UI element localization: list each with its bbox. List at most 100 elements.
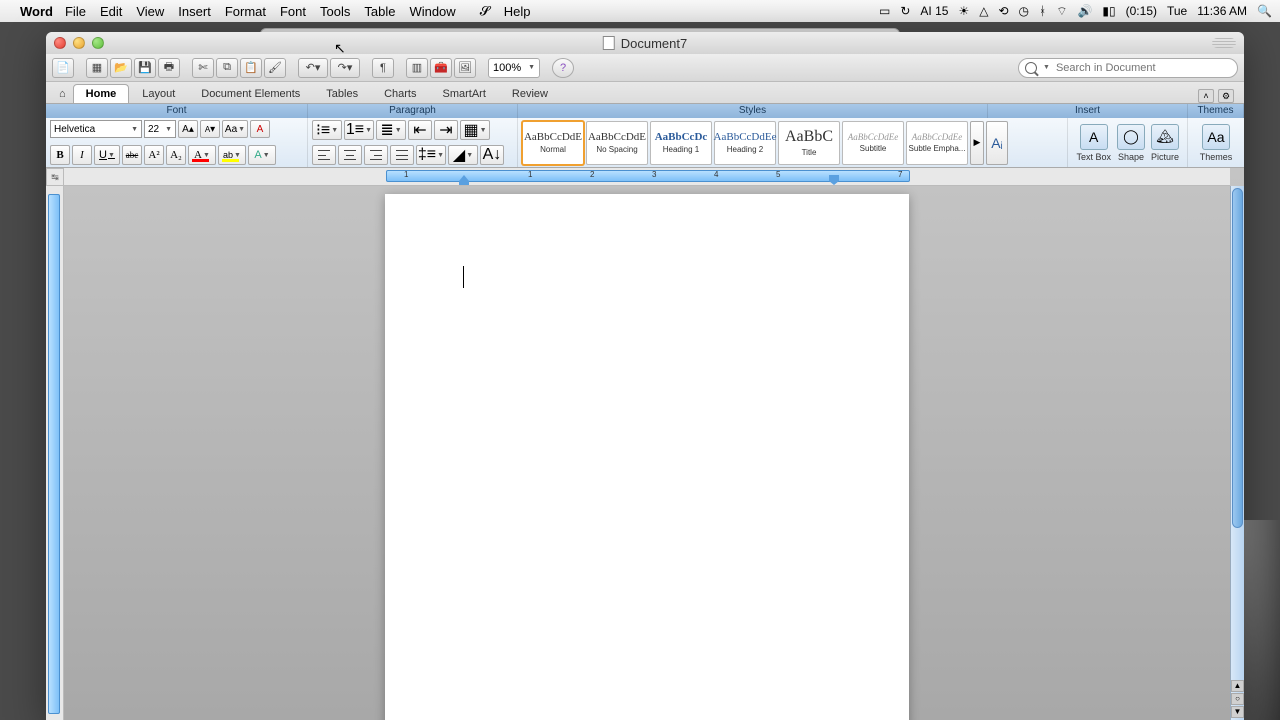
- right-indent-marker[interactable]: [829, 175, 839, 185]
- subscript-button[interactable]: A₂: [166, 145, 186, 165]
- italic-button[interactable]: I: [72, 145, 92, 165]
- toolbox-button[interactable]: 🧰: [430, 58, 452, 78]
- insert-picture-button[interactable]: 🏔 Picture: [1151, 124, 1179, 162]
- battery-time[interactable]: (0:15): [1126, 4, 1157, 18]
- bold-button[interactable]: B: [50, 145, 70, 165]
- show-formatting-button[interactable]: ¶: [372, 58, 394, 78]
- decrease-indent-button[interactable]: ⇤: [408, 120, 432, 140]
- weather-icon[interactable]: ☀: [958, 4, 969, 18]
- style-subtle-emphasis[interactable]: AaBbCcDdEe Subtle Empha...: [906, 121, 968, 165]
- redo-button[interactable]: ↷▾: [330, 58, 360, 78]
- tab-document-elements[interactable]: Document Elements: [188, 84, 313, 103]
- underline-button[interactable]: U▼: [94, 145, 120, 165]
- gdrive-icon[interactable]: △: [979, 4, 988, 18]
- vertical-ruler[interactable]: [46, 186, 64, 720]
- search-field[interactable]: ▼: [1018, 58, 1238, 78]
- new-from-template-button[interactable]: ▦: [86, 58, 108, 78]
- close-button[interactable]: [54, 37, 66, 49]
- menu-font[interactable]: Font: [280, 4, 306, 19]
- increase-indent-button[interactable]: ⇥: [434, 120, 458, 140]
- menu-table[interactable]: Table: [364, 4, 395, 19]
- clock-day[interactable]: Tue: [1167, 4, 1187, 18]
- app-name[interactable]: Word: [20, 4, 53, 19]
- line-spacing-button[interactable]: ‡≡▼: [416, 145, 446, 165]
- styles-pane-button[interactable]: Aᵢ: [986, 121, 1008, 165]
- sidebar-button[interactable]: ▥: [406, 58, 428, 78]
- tab-smartart[interactable]: SmartArt: [430, 84, 499, 103]
- superscript-button[interactable]: A²: [144, 145, 164, 165]
- text-effects-button[interactable]: A▼: [248, 145, 276, 165]
- status-icon[interactable]: ▭: [879, 4, 890, 18]
- tab-home-icon[interactable]: ⌂: [52, 84, 73, 103]
- menu-view[interactable]: View: [136, 4, 164, 19]
- search-input[interactable]: [1056, 62, 1231, 74]
- copy-button[interactable]: ⧉: [216, 58, 238, 78]
- timemachine-icon[interactable]: ◷: [1019, 4, 1029, 18]
- toolbar-grip-icon[interactable]: [1212, 38, 1236, 48]
- change-case-button[interactable]: Aa▼: [222, 120, 248, 138]
- cut-button[interactable]: ✄: [192, 58, 214, 78]
- tab-review[interactable]: Review: [499, 84, 561, 103]
- zoom-button[interactable]: [92, 37, 104, 49]
- minimize-button[interactable]: [73, 37, 85, 49]
- status-ai[interactable]: AI 15: [920, 4, 948, 18]
- first-line-indent-marker[interactable]: [459, 175, 469, 185]
- menu-insert[interactable]: Insert: [178, 4, 211, 19]
- menu-script-icon[interactable]: 𝓢: [480, 3, 490, 19]
- sync-icon[interactable]: ⟲: [998, 4, 1008, 18]
- open-button[interactable]: 📂: [110, 58, 132, 78]
- status-icon[interactable]: ↻: [900, 4, 910, 18]
- wifi-icon[interactable]: ⌔: [1056, 4, 1067, 19]
- menu-tools[interactable]: Tools: [320, 4, 350, 19]
- print-button[interactable]: 🖶: [158, 58, 180, 78]
- shrink-font-button[interactable]: A▾: [200, 120, 220, 138]
- align-center-button[interactable]: [338, 145, 362, 165]
- media-browser-button[interactable]: 🖼: [454, 58, 476, 78]
- save-button[interactable]: 💾: [134, 58, 156, 78]
- window-titlebar[interactable]: Document7: [46, 32, 1244, 54]
- ribbon-collapse-button[interactable]: ˄: [1198, 89, 1214, 103]
- style-no-spacing[interactable]: AaBbCcDdE No Spacing: [586, 121, 648, 165]
- prev-page-button[interactable]: ▲: [1231, 680, 1244, 692]
- align-right-button[interactable]: [364, 145, 388, 165]
- menu-file[interactable]: File: [65, 4, 86, 19]
- volume-icon[interactable]: 🔊: [1077, 4, 1092, 18]
- clear-formatting-button[interactable]: A: [250, 120, 270, 138]
- ruler-corner-button[interactable]: ↹: [46, 168, 64, 186]
- style-title[interactable]: AaBbC Title: [778, 121, 840, 165]
- align-justify-button[interactable]: [390, 145, 414, 165]
- new-button[interactable]: 📄: [52, 58, 74, 78]
- next-page-button[interactable]: ▼: [1231, 706, 1244, 718]
- strikethrough-button[interactable]: abc: [122, 145, 142, 165]
- style-heading-1[interactable]: AaBbCcDc Heading 1: [650, 121, 712, 165]
- numbering-button[interactable]: 1≡▼: [344, 120, 374, 140]
- clock-time[interactable]: 11:36 AM: [1197, 4, 1247, 18]
- ribbon-options-button[interactable]: ⚙: [1218, 89, 1234, 103]
- tab-layout[interactable]: Layout: [129, 84, 188, 103]
- help-button[interactable]: ?: [552, 58, 574, 78]
- insert-shape-button[interactable]: ◯ Shape: [1117, 124, 1145, 162]
- insert-textbox-button[interactable]: A Text Box: [1076, 124, 1111, 162]
- styles-scroll-button[interactable]: ▶: [970, 121, 984, 165]
- horizontal-ruler[interactable]: 1 1 2 3 4 5 7: [64, 168, 1230, 186]
- tab-charts[interactable]: Charts: [371, 84, 429, 103]
- bullets-button[interactable]: ⁝≡▼: [312, 120, 342, 140]
- style-heading-2[interactable]: AaBbCcDdEe Heading 2: [714, 121, 776, 165]
- shading-button[interactable]: ◢▼: [448, 145, 478, 165]
- themes-button[interactable]: Aa Themes: [1200, 124, 1233, 162]
- style-normal[interactable]: AaBbCcDdE Normal: [522, 121, 584, 165]
- document-page[interactable]: [385, 194, 909, 720]
- sort-button[interactable]: A↓: [480, 145, 504, 165]
- menu-help[interactable]: Help: [504, 4, 531, 19]
- style-subtitle[interactable]: AaBbCcDdEe Subtitle: [842, 121, 904, 165]
- scrollbar-thumb[interactable]: [1232, 188, 1243, 528]
- undo-button[interactable]: ↶▾: [298, 58, 328, 78]
- vertical-scrollbar[interactable]: ▲ ○ ▼: [1230, 186, 1244, 720]
- grow-font-button[interactable]: A▴: [178, 120, 198, 138]
- zoom-combo[interactable]: 100% ▼: [488, 58, 540, 78]
- menu-window[interactable]: Window: [409, 4, 455, 19]
- font-size-combo[interactable]: 22▼: [144, 120, 176, 138]
- highlight-button[interactable]: ab▼: [218, 145, 246, 165]
- paste-button[interactable]: 📋: [240, 58, 262, 78]
- menu-format[interactable]: Format: [225, 4, 266, 19]
